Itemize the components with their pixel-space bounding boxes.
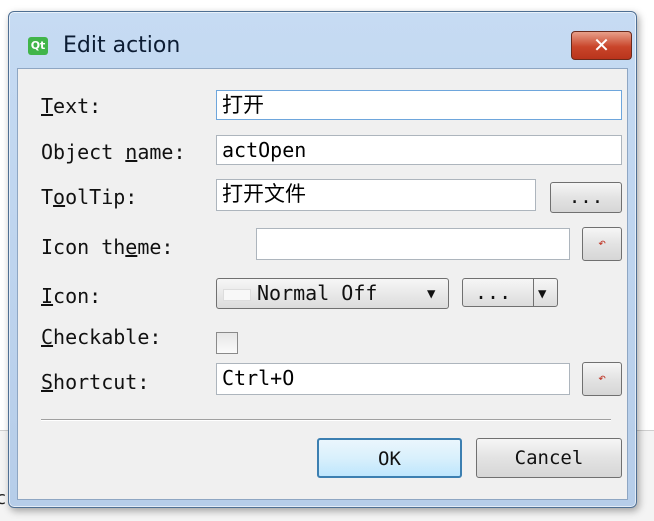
chevron-down-icon: ▼ [538,286,547,302]
icon-theme-reset-button[interactable]: ↶ [582,227,622,261]
reset-icon: ↶ [598,236,606,251]
split-divider [533,279,534,306]
object-name-input[interactable]: actOpen [216,135,622,165]
cancel-button[interactable]: Cancel [476,438,622,478]
background-text: c [0,488,6,509]
dialog-body: Text: 打开 Object name: actOpen ToolTip: 打… [17,68,628,500]
text-label: Text: [41,94,102,118]
close-icon: ✕ [593,33,610,57]
icon-theme-label: Icon theme: [41,235,174,259]
close-button[interactable]: ✕ [571,31,632,60]
icon-theme-input[interactable] [256,228,570,260]
tooltip-input[interactable]: 打开文件 [216,179,536,211]
chevron-down-icon: ▼ [427,286,436,302]
tooltip-edit-button[interactable]: ... [550,182,622,213]
icon-browse-button[interactable]: ... ▼ [462,278,558,307]
object-name-label: Object name: [41,140,186,164]
icon-state-combo[interactable]: Normal Off ▼ [216,278,449,309]
shortcut-reset-button[interactable]: ↶ [582,362,622,396]
icon-browse-label: ... [475,280,512,304]
qt-app-icon: Qt [28,37,48,55]
edit-action-dialog: Qt Edit action ✕ Text: 打开 Object name: a… [8,11,637,508]
separator [41,419,611,421]
shortcut-label: Shortcut: [41,370,150,394]
checkable-checkbox[interactable] [216,332,238,354]
ok-button[interactable]: OK [317,438,462,478]
icon-preview [223,288,251,301]
checkable-label: Checkable: [41,325,162,349]
shortcut-input[interactable]: Ctrl+O [216,363,570,395]
dialog-title: Edit action [63,33,181,58]
icon-state-value: Normal Off [257,281,378,305]
tooltip-label: ToolTip: [41,185,138,209]
reset-icon: ↶ [598,371,606,386]
text-input[interactable]: 打开 [216,90,622,120]
icon-label: Icon: [41,284,102,308]
title-bar[interactable]: Qt Edit action ✕ [9,12,636,68]
